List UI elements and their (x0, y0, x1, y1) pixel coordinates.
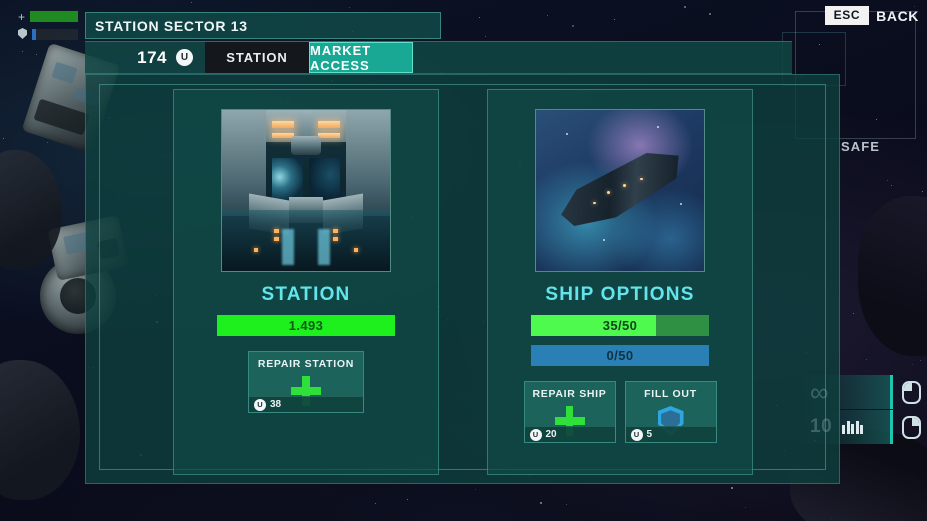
shield-bar (32, 29, 78, 40)
star (865, 359, 867, 361)
credits-display: 174 U (85, 42, 205, 73)
repair-ship-button[interactable]: REPAIR SHIP U 20 (523, 381, 616, 443)
tab-market-access[interactable]: MARKET ACCESS (309, 42, 413, 73)
currency-icon: U (176, 49, 193, 66)
star (745, 506, 747, 508)
star (565, 503, 567, 505)
repair-ship-cost: U 20 (524, 426, 615, 442)
repair-station-cost: U 38 (249, 396, 363, 412)
bar-ship-hull-text: 35/50 (602, 318, 638, 333)
tab-station[interactable]: STATION (205, 42, 309, 73)
star (374, 502, 376, 504)
currency-icon: U (254, 398, 266, 411)
fill-out-cost: U 5 (625, 426, 716, 442)
star (853, 312, 855, 314)
game-screen: + ESC BACK SAFE ∞ 10 (0, 0, 927, 521)
repair-ship-cost-value: 20 (545, 429, 557, 440)
bridge-art (222, 110, 390, 271)
right-mouse-icon (902, 415, 921, 439)
star (539, 501, 542, 504)
plus-icon: + (18, 9, 26, 24)
health-bar (30, 11, 78, 22)
dialog-tab-bar: 174 U STATION MARKET ACCESS (85, 41, 792, 74)
tab-bar-filler (413, 42, 792, 73)
star (683, 6, 686, 9)
station-action-row: REPAIR STATION U 38 (174, 351, 438, 413)
station-bridge-image (221, 109, 391, 272)
shield-icon (18, 28, 27, 41)
star (891, 184, 893, 186)
star (920, 360, 922, 362)
repair-station-button[interactable]: REPAIR STATION U 38 (248, 351, 364, 413)
star (46, 142, 48, 144)
fill-out-cost-value: 5 (646, 429, 653, 440)
star (911, 364, 913, 366)
star (731, 486, 734, 489)
player-status-hud: + (18, 10, 78, 46)
bar-station-integrity-text: 1.493 (288, 318, 324, 333)
repair-ship-label: REPAIR SHIP (532, 388, 607, 400)
left-mouse-icon (902, 380, 921, 404)
currency-icon: U (630, 428, 643, 441)
ship-action-row: REPAIR SHIP U 20 FILL OUT U 5 (488, 381, 752, 443)
bar-ship-shield: 0/50 (531, 345, 709, 366)
star (407, 498, 409, 500)
health-bar-fill (30, 11, 78, 22)
bar-ship-hull: 35/50 (531, 315, 709, 336)
shield-row (18, 28, 78, 41)
card-ship-title: SHIP OPTIONS (545, 284, 695, 305)
bar-ship-shield-text: 0/50 (606, 348, 634, 363)
back-label[interactable]: BACK (876, 8, 919, 24)
star (922, 191, 924, 192)
star (22, 51, 24, 53)
repair-station-label: REPAIR STATION (257, 358, 355, 370)
star (887, 180, 889, 182)
station-dialog: STATION SECTOR 13 174 U STATION MARKET A… (85, 12, 840, 484)
ship-art (536, 110, 704, 271)
card-station-title: STATION (261, 284, 351, 305)
credits-amount: 174 (137, 47, 167, 67)
missile-ammo-icon (842, 420, 864, 434)
bar-station-integrity: 1.493 (217, 315, 395, 336)
ship-image (535, 109, 705, 272)
card-ship: SHIP OPTIONS 35/50 0/50 REPAIR SHIP U 20… (487, 89, 753, 475)
star (474, 488, 476, 490)
safe-status-label: SAFE (841, 139, 881, 154)
fill-out-button[interactable]: FILL OUT U 5 (624, 381, 717, 443)
fill-out-label: FILL OUT (644, 388, 697, 400)
health-row: + (18, 10, 78, 23)
card-container: STATION 1.493 REPAIR STATION U 38 SHIP O… (173, 89, 753, 475)
dialog-title-bar: STATION SECTOR 13 (85, 12, 441, 39)
star (348, 6, 350, 8)
star (191, 1, 193, 3)
star (35, 53, 37, 55)
shield-bar-fill (32, 29, 36, 40)
card-station: STATION 1.493 REPAIR STATION U 38 (173, 89, 439, 475)
currency-icon: U (529, 428, 542, 441)
star (2, 137, 4, 139)
page-title: STATION SECTOR 13 (95, 17, 248, 34)
repair-station-cost-value: 38 (270, 399, 282, 410)
